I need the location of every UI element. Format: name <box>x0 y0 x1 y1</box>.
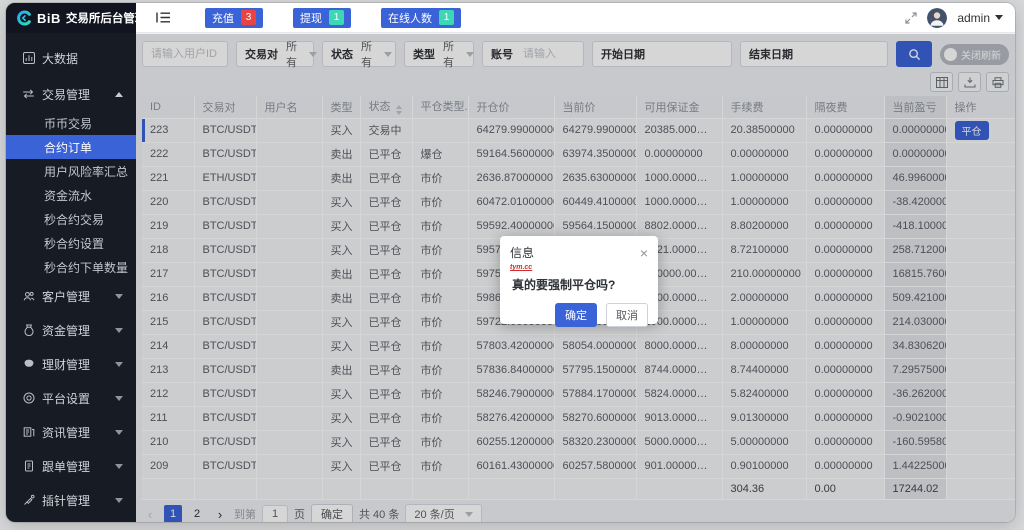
confirm-button[interactable]: 确定 <box>555 303 597 327</box>
brand-text: BiB <box>37 11 61 26</box>
sidebar-item-big-data[interactable]: 大数据 <box>6 39 136 77</box>
sidebar-item-label: 资金管理 <box>42 322 90 339</box>
sidebar-item-platform-settings[interactable]: 平台设置 <box>6 381 136 415</box>
sidebar-item-label: 秒合约下单数量 <box>44 259 128 276</box>
sidebar-item-label: 交易管理 <box>42 86 90 103</box>
chevron-up-icon <box>115 92 123 97</box>
dialog-watermark: tym.cc <box>510 264 648 271</box>
sidebar-item-label: 大数据 <box>42 50 78 67</box>
sidebar-item-copy-trade-management[interactable]: 跟单管理 <box>6 449 136 483</box>
sidebar-item-coin-trade[interactable]: 币币交易 <box>6 111 136 135</box>
sidebar-item-label: 客户管理 <box>42 288 90 305</box>
sidebar-item-finance-management[interactable]: 理财管理 <box>6 347 136 381</box>
sidebar-item-label: 秒合约设置 <box>44 235 104 252</box>
sidebar-item-fund-management[interactable]: 资金管理 <box>6 313 136 347</box>
sidebar-item-second-contract-order-count[interactable]: 秒合约下单数量 <box>6 255 136 279</box>
app-window: BiB 交易所后台管理 大数据交易管理币币交易合约订单用户风险率汇总资金流水秒合… <box>6 3 1015 522</box>
brand-logo-icon <box>16 10 32 26</box>
collapse-menu-icon[interactable] <box>156 11 171 24</box>
withdraw-badge: 1 <box>329 10 344 25</box>
sidebar-item-user-risk-summary[interactable]: 用户风险率汇总 <box>6 159 136 183</box>
chevron-down-icon <box>115 396 123 401</box>
logo: BiB 交易所后台管理 <box>6 3 136 33</box>
sidebar-item-fund-flow[interactable]: 资金流水 <box>6 183 136 207</box>
app-title: 交易所后台管理 <box>66 10 147 26</box>
sidebar-item-pin-management[interactable]: 插针管理 <box>6 483 136 517</box>
sidebar-item-label: 跟单管理 <box>42 458 90 475</box>
chevron-down-icon <box>995 15 1003 20</box>
close-icon[interactable]: × <box>640 246 648 260</box>
sidebar-item-second-contract-settings[interactable]: 秒合约设置 <box>6 231 136 255</box>
online-users-badge: 1 <box>439 10 454 25</box>
chevron-down-icon <box>115 294 123 299</box>
sidebar-item-label: 币币交易 <box>44 115 92 132</box>
users-icon <box>22 290 35 303</box>
sidebar-item-news-management[interactable]: 资讯管理 <box>6 415 136 449</box>
sidebar-item-label: 平台设置 <box>42 390 90 407</box>
wallet-icon <box>22 358 35 371</box>
sidebar-item-label: 用户风险率汇总 <box>44 163 128 180</box>
fullscreen-icon[interactable] <box>905 12 917 24</box>
dialog-message: 真的要强制平仓吗? <box>510 276 648 293</box>
username: admin <box>957 11 990 25</box>
top-navbar: 充值 3 提现 1 在线人数 1 <box>136 3 1015 33</box>
sidebar-item-label: 理财管理 <box>42 356 90 373</box>
sidebar-item-customer-management[interactable]: 客户管理 <box>6 279 136 313</box>
withdraw-button[interactable]: 提现 1 <box>293 8 351 28</box>
user-menu[interactable]: admin <box>957 11 1003 25</box>
sidebar-item-label: 合约订单 <box>44 139 92 156</box>
chevron-down-icon <box>115 464 123 469</box>
sidebar-item-second-contract-trade[interactable]: 秒合约交易 <box>6 207 136 231</box>
sidebar-item-c2c-management[interactable]: C2C管理 <box>6 517 136 522</box>
sidebar-item-trade-management[interactable]: 交易管理 <box>6 77 136 111</box>
sidebar-item-label: 资金流水 <box>44 187 92 204</box>
message-dialog: 信息 × tym.cc 真的要强制平仓吗? 确定 取消 <box>500 236 658 324</box>
bar-chart-icon <box>22 52 35 65</box>
doc-icon <box>22 460 35 473</box>
sidebar-item-label: 秒合约交易 <box>44 211 104 228</box>
chevron-down-icon <box>115 498 123 503</box>
sidebar-menu: 大数据交易管理币币交易合约订单用户风险率汇总资金流水秒合约交易秒合约设置秒合约下… <box>6 33 136 522</box>
withdraw-label: 提现 <box>300 10 322 26</box>
sidebar-item-contract-orders[interactable]: 合约订单 <box>6 135 136 159</box>
moneybag-icon <box>22 324 35 337</box>
recharge-button[interactable]: 充值 3 <box>205 8 263 28</box>
online-users-label: 在线人数 <box>388 10 432 26</box>
chevron-down-icon <box>115 362 123 367</box>
chevron-down-icon <box>115 328 123 333</box>
target-icon <box>22 392 35 405</box>
sidebar-item-label: 资讯管理 <box>42 424 90 441</box>
cancel-button[interactable]: 取消 <box>606 303 648 327</box>
avatar[interactable] <box>927 8 947 28</box>
pin-icon <box>22 494 35 507</box>
exchange-icon <box>22 88 35 101</box>
online-users-button[interactable]: 在线人数 1 <box>381 8 461 28</box>
chevron-down-icon <box>115 430 123 435</box>
sidebar: BiB 交易所后台管理 大数据交易管理币币交易合约订单用户风险率汇总资金流水秒合… <box>6 3 136 522</box>
dialog-title: 信息 <box>510 244 534 261</box>
sidebar-item-label: 插针管理 <box>42 492 90 509</box>
news-icon <box>22 426 35 439</box>
recharge-badge: 3 <box>241 10 256 25</box>
recharge-label: 充值 <box>212 10 234 26</box>
